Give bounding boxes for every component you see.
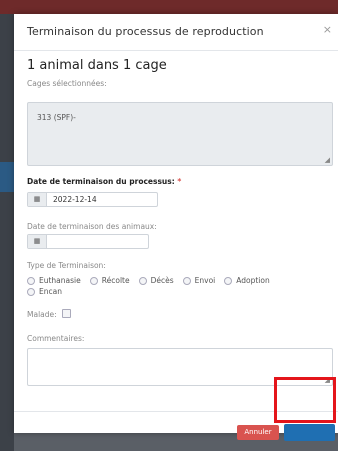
radio-button[interactable] — [224, 276, 233, 285]
radio-label: Encan — [39, 287, 62, 296]
animals-date-label: Date de terminaison des animaux: — [27, 222, 157, 231]
animals-date-field[interactable]: ▦ — [27, 234, 149, 249]
cancel-button[interactable]: Annuler — [237, 425, 279, 440]
radio-button[interactable] — [27, 287, 35, 296]
sick-checkbox[interactable] — [62, 309, 71, 318]
modal-title: Terminaison du processus de reproduction — [27, 25, 264, 38]
cages-label: Cages sélectionnées: — [27, 79, 107, 88]
process-date-label: Date de terminaison du processus: * — [27, 177, 181, 186]
radio-button[interactable] — [138, 276, 147, 285]
process-date-value: 2022-12-14 — [53, 195, 97, 204]
process-date-field[interactable]: ▦ 2022-12-14 — [27, 192, 158, 207]
termination-modal: Terminaison du processus de reproduction… — [14, 14, 338, 441]
background-header — [0, 0, 338, 14]
radio-button[interactable] — [182, 276, 191, 285]
radio-label: Euthanasie — [39, 276, 81, 285]
radio-option-recolte[interactable]: Récolte — [89, 276, 130, 285]
radio-label: Récolte — [101, 276, 130, 285]
comments-label: Commentaires: — [27, 334, 85, 343]
resize-handle-icon[interactable]: ◢ — [325, 156, 330, 164]
radio-button[interactable] — [27, 276, 35, 285]
radio-option-euthanasie[interactable]: Euthanasie — [27, 276, 81, 285]
calendar-icon[interactable]: ▦ — [28, 193, 47, 206]
submit-button[interactable] — [284, 424, 335, 441]
radio-label: Envoi — [194, 276, 216, 285]
radio-option-adoption[interactable]: Adoption — [224, 276, 270, 285]
radio-button[interactable] — [89, 276, 98, 285]
background-sidebar — [0, 14, 14, 451]
radio-option-encan[interactable]: Encan — [27, 287, 62, 296]
radio-option-deces[interactable]: Décès — [138, 276, 174, 285]
required-marker: * — [177, 177, 182, 186]
termination-type-row-1: Euthanasie Récolte Décès Envoi Adoption — [27, 276, 279, 285]
radio-label: Décès — [150, 276, 174, 285]
cages-value: 313 (SPF)- — [37, 113, 76, 122]
sick-label: Malade: — [27, 310, 57, 319]
background-accent — [0, 162, 14, 192]
termination-type-row-2: Encan — [27, 287, 71, 296]
selected-cages-field: 313 (SPF)- ◢ — [27, 102, 333, 166]
process-date-label-text: Date de terminaison du processus: — [27, 177, 175, 186]
calendar-icon[interactable]: ▦ — [28, 235, 47, 248]
radio-option-envoi[interactable]: Envoi — [182, 276, 216, 285]
highlight-box — [274, 377, 336, 423]
close-icon[interactable]: × — [323, 23, 332, 36]
radio-label: Adoption — [236, 276, 270, 285]
modal-header: Terminaison du processus de reproduction… — [14, 14, 338, 51]
termination-type-label: Type de Terminaison: — [27, 261, 106, 270]
selection-summary: 1 animal dans 1 cage — [27, 58, 167, 73]
